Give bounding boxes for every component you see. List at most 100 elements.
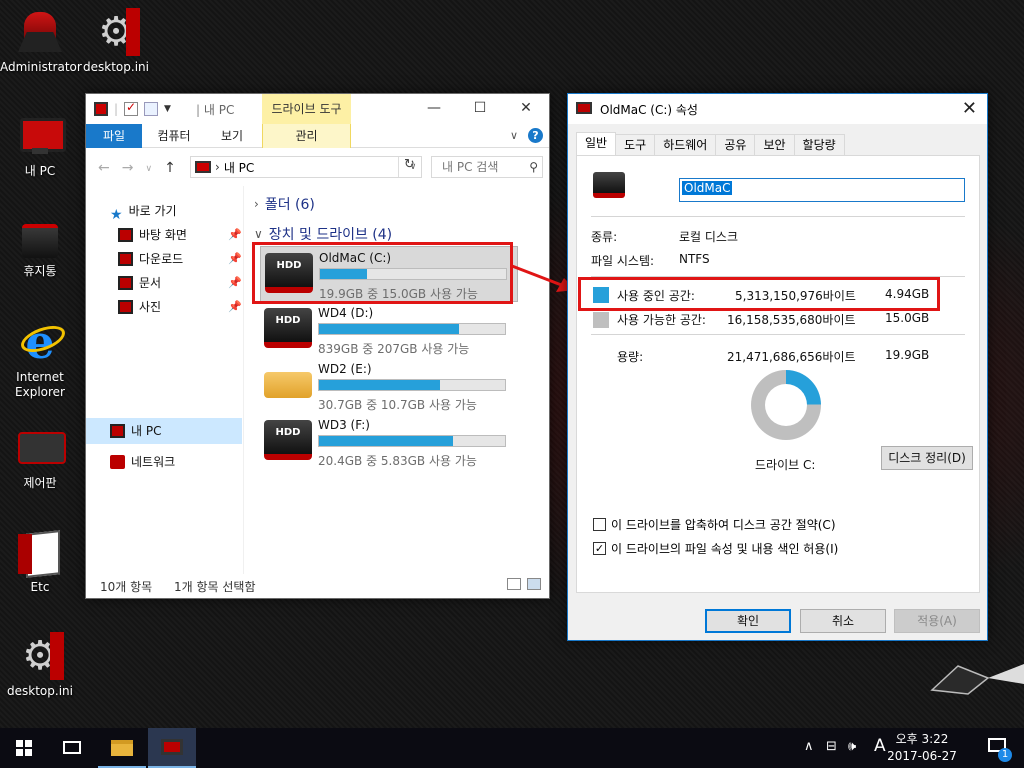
up-arrow-icon[interactable]: ↑ xyxy=(164,160,176,178)
rog-logo-icon xyxy=(930,664,1024,695)
pin-icon[interactable]: 📌 xyxy=(228,300,242,313)
maximize-icon[interactable]: ☐ xyxy=(457,94,503,124)
desktop-icon-desktop-ini[interactable]: ⚙ desktop.ini xyxy=(76,8,156,75)
quick-access-toolbar: | ▼ xyxy=(94,100,171,116)
desktop-icon-control-panel[interactable]: 제어판 xyxy=(0,424,80,491)
nav-item-this-pc[interactable]: 내 PC xyxy=(110,420,161,442)
desktop-icon-etc[interactable]: Etc xyxy=(0,528,80,595)
forward-arrow-icon[interactable]: → xyxy=(122,160,134,178)
computer-icon xyxy=(16,112,66,160)
tab-computer[interactable]: 컴퓨터 xyxy=(146,124,202,148)
tab-manage[interactable]: 관리 xyxy=(262,124,351,148)
group-header-folders[interactable]: › 폴더 (6) xyxy=(254,194,315,214)
tab-security[interactable]: 보안 xyxy=(754,134,795,156)
highlight-box-drive xyxy=(252,242,513,304)
desktop-icon-desktop-ini-2[interactable]: ⚙ desktop.ini xyxy=(0,632,80,699)
usage-bar xyxy=(318,323,506,335)
network-icon[interactable]: ⊟ xyxy=(826,739,837,754)
expand-ribbon-icon[interactable]: ∨ xyxy=(510,129,518,142)
new-folder-icon[interactable] xyxy=(144,102,159,116)
filesystem-label: 파일 시스템: xyxy=(591,254,655,268)
apply-button[interactable]: 적용(A) xyxy=(894,609,980,633)
drive-name-input[interactable]: OldMaC xyxy=(679,178,965,202)
breadcrumb-this-pc[interactable]: 내 PC xyxy=(224,159,254,176)
status-bar: 10개 항목 1개 항목 선택함 xyxy=(86,572,549,598)
this-pc-taskbar-button[interactable] xyxy=(148,728,196,768)
desktop-icon-internet-explorer[interactable]: e Internet Explorer xyxy=(0,318,80,400)
capacity-size: 19.9GB xyxy=(885,348,930,362)
tab-tools[interactable]: 도구 xyxy=(615,134,656,156)
nav-item-desktop[interactable]: 바탕 화면 xyxy=(118,224,187,246)
recycle-bin-icon xyxy=(16,212,64,260)
computer-icon xyxy=(195,161,211,173)
address-bar[interactable]: › 내 PC ∨ xyxy=(190,156,422,178)
dialog-title: OldMaC (C:) 속성 xyxy=(600,103,698,117)
recent-dropdown-icon[interactable]: ∨ xyxy=(145,160,152,178)
nav-item-documents[interactable]: 문서 xyxy=(118,272,161,294)
group-header-devices[interactable]: ∨ 장치 및 드라이브 (4) xyxy=(254,224,392,244)
tab-hardware[interactable]: 하드웨어 xyxy=(654,134,717,156)
divider xyxy=(591,334,965,335)
disk-cleanup-button[interactable]: 디스크 정리(D) xyxy=(881,446,973,470)
help-icon[interactable]: ? xyxy=(528,128,543,143)
details-view-icon[interactable] xyxy=(507,578,521,590)
taskbar: ∧ ⊟ 🕪 A 오후 3:22 2017-06-27 1 xyxy=(0,728,1024,768)
desktop-icon-this-pc[interactable]: 내 PC xyxy=(0,112,80,179)
pin-icon[interactable]: 📌 xyxy=(228,252,242,265)
free-space-size: 15.0GB xyxy=(885,311,930,325)
pin-icon[interactable]: 📌 xyxy=(228,228,242,241)
desktop-icon-administrator[interactable]: Administrator xyxy=(0,8,82,75)
volume-icon[interactable]: 🕪 xyxy=(848,739,856,754)
nav-item-downloads[interactable]: 다운로드 xyxy=(118,248,183,270)
tab-general[interactable]: 일반 xyxy=(576,132,617,156)
properties-icon[interactable] xyxy=(124,100,139,116)
back-arrow-icon[interactable]: ← xyxy=(98,160,110,178)
drive-item-e[interactable]: WD2 (E:) 30.7GB 중 10.7GB 사용 가능 xyxy=(260,358,518,414)
computer-icon xyxy=(94,102,108,116)
drive-item-f[interactable]: HDD WD3 (F:) 20.4GB 중 5.83GB 사용 가능 xyxy=(260,414,518,470)
start-button[interactable] xyxy=(0,728,48,768)
free-space-bytes: 16,158,535,680바이트 xyxy=(727,313,856,327)
index-checkbox-row[interactable]: ✓ 이 드라이브의 파일 속성 및 내용 색인 허용(I) xyxy=(593,540,838,557)
usage-donut-chart xyxy=(751,370,821,440)
chevron-right-icon: › xyxy=(254,197,259,211)
nav-item-pictures[interactable]: 사진 xyxy=(118,296,161,318)
customize-dropdown-icon[interactable]: ▼ xyxy=(164,104,171,114)
minimize-icon[interactable]: — xyxy=(411,94,457,124)
close-icon[interactable]: ✕ xyxy=(503,94,549,124)
chevron-up-icon[interactable]: ∧ xyxy=(804,739,814,754)
search-input[interactable]: 내 PC 검색 ⚲ xyxy=(431,156,543,178)
ok-button[interactable]: 확인 xyxy=(705,609,791,633)
capacity-label: 용량: xyxy=(617,350,644,364)
cancel-button[interactable]: 취소 xyxy=(800,609,886,633)
navigation-buttons: ← → ∨ ↑ xyxy=(98,160,176,178)
control-panel-icon xyxy=(16,424,66,472)
hdd-icon: HDD xyxy=(264,420,312,460)
compress-checkbox-row[interactable]: 이 드라이브를 압축하여 디스크 공간 절약(C) xyxy=(593,516,836,533)
tab-view[interactable]: 보기 xyxy=(210,124,254,148)
nav-item-network[interactable]: 네트워크 xyxy=(110,451,175,473)
ribbon-tabs: 파일 컴퓨터 보기 관리 ∨ ? xyxy=(86,124,549,148)
compress-checkbox[interactable] xyxy=(593,518,606,531)
file-explorer-taskbar-button[interactable] xyxy=(98,728,146,768)
pin-icon[interactable]: 📌 xyxy=(228,276,242,289)
clock[interactable]: 오후 3:22 2017-06-27 xyxy=(882,731,962,765)
index-checkbox[interactable]: ✓ xyxy=(593,542,606,555)
drive-item-d[interactable]: HDD WD4 (D:) 839GB 중 207GB 사용 가능 xyxy=(260,302,518,358)
nav-item-quick-access[interactable]: ★ 바로 가기 xyxy=(110,200,177,223)
close-icon[interactable]: ✕ xyxy=(962,98,977,119)
properties-dialog: OldMaC (C:) 속성 ✕ 일반 도구 하드웨어 공유 보안 할당량 Ol… xyxy=(567,93,988,641)
computer-icon xyxy=(110,424,125,438)
hdd-icon: HDD xyxy=(264,308,312,348)
desktop-icon-recycle-bin[interactable]: 휴지통 xyxy=(0,212,80,279)
user-folder-icon xyxy=(16,8,64,56)
task-view-button[interactable] xyxy=(48,728,96,768)
item-count: 10개 항목 xyxy=(100,580,153,594)
tab-file[interactable]: 파일 xyxy=(86,124,142,148)
refresh-icon[interactable]: ↻ xyxy=(398,157,420,177)
title-bar: | ▼ | 내 PC 드라이브 도구 — ☐ ✕ xyxy=(86,94,549,124)
tab-sharing[interactable]: 공유 xyxy=(715,134,756,156)
notification-center-icon[interactable]: 1 xyxy=(988,738,1012,762)
tab-quota[interactable]: 할당량 xyxy=(793,134,845,156)
large-icons-view-icon[interactable] xyxy=(527,578,541,590)
